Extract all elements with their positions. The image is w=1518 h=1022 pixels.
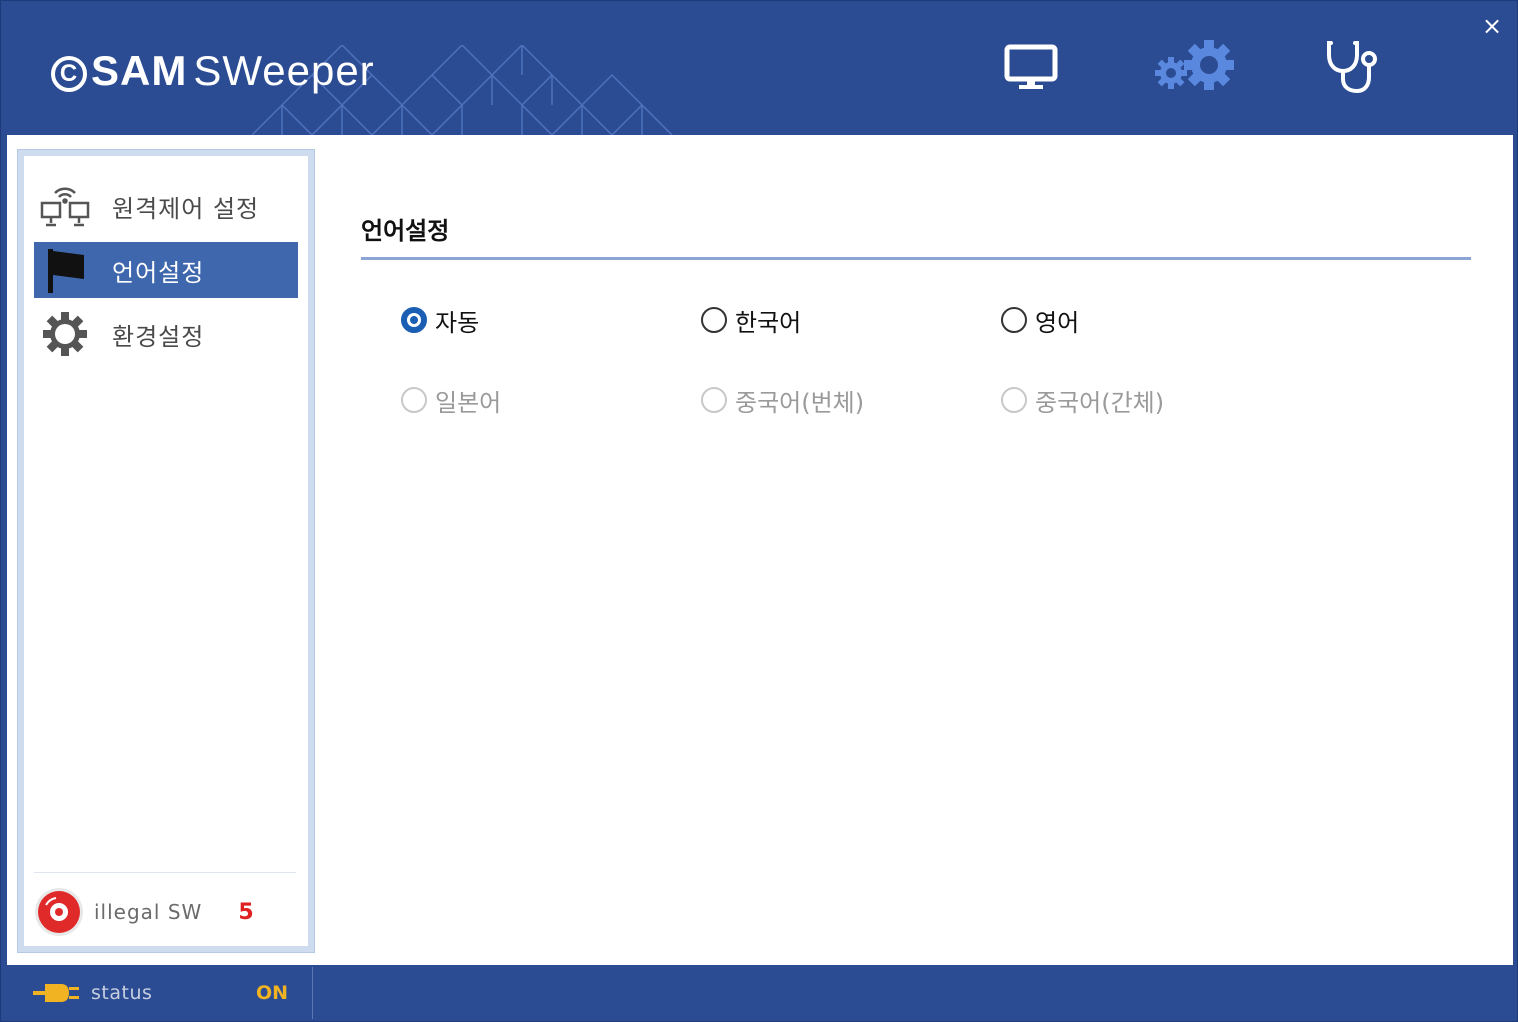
content-area: 원격제어 설정 언어설정 환경설정 illegal SW 5 언어설정 자동 한… xyxy=(7,135,1513,965)
status-indicator: status ON xyxy=(7,967,313,1019)
sidebar-item-label: 언어설정 xyxy=(112,258,205,287)
close-button[interactable]: × xyxy=(1477,11,1507,41)
monitor-icon xyxy=(1004,44,1058,89)
radio-japanese: 일본어 xyxy=(401,383,701,417)
radio-circle xyxy=(401,307,427,333)
language-settings-panel: 언어설정 자동 한국어 영어 일본어 중국어(번체) 중국어(간체) xyxy=(361,211,1473,417)
illegal-sw-label: illegal SW xyxy=(94,900,203,924)
disc-icon xyxy=(35,888,83,936)
radio-label: 영어 xyxy=(1035,308,1080,337)
radio-english[interactable]: 영어 xyxy=(1001,303,1301,337)
illegal-sw-counter[interactable]: illegal SW 5 xyxy=(34,884,296,940)
sidebar-item-label: 원격제어 설정 xyxy=(112,194,260,223)
gears-icon xyxy=(1155,40,1234,90)
illegal-sw-count: 5 xyxy=(238,899,254,925)
radio-label: 한국어 xyxy=(735,308,802,337)
gear-icon xyxy=(43,312,87,356)
monitor-button[interactable] xyxy=(995,35,1067,99)
status-bar: status ON xyxy=(7,967,1513,1019)
page-title: 언어설정 xyxy=(361,217,450,245)
status-value: ON xyxy=(255,982,288,1004)
sidebar: 원격제어 설정 언어설정 환경설정 illegal SW 5 xyxy=(24,156,308,946)
radio-circle xyxy=(1001,307,1027,333)
settings-button[interactable] xyxy=(1151,35,1241,99)
sidebar-divider xyxy=(34,872,296,873)
language-row-1: 자동 한국어 영어 xyxy=(401,303,1301,337)
diagnosis-button[interactable] xyxy=(1317,35,1389,99)
stethoscope-icon xyxy=(1327,41,1377,94)
logo-mark: C xyxy=(51,56,87,92)
radio-korean[interactable]: 한국어 xyxy=(701,303,1001,337)
app-logo: C SAM SWeeper xyxy=(51,47,375,95)
sidebar-item-environment[interactable]: 환경설정 xyxy=(34,306,298,362)
title-divider xyxy=(361,257,1471,260)
radio-chinese-simplified: 중국어(간체) xyxy=(1001,383,1301,417)
radio-label: 일본어 xyxy=(435,388,502,417)
header-bar: C SAM SWeeper × xyxy=(7,5,1513,135)
flag-icon xyxy=(48,249,84,293)
sidebar-frame: 원격제어 설정 언어설정 환경설정 illegal SW 5 xyxy=(17,149,315,953)
plug-icon xyxy=(33,984,79,1002)
radio-circle xyxy=(701,307,727,333)
sidebar-item-label: 환경설정 xyxy=(112,322,205,351)
remote-network-icon xyxy=(40,187,90,227)
app-window: C SAM SWeeper × 원격제어 설정 언어설정 환경설정 illega… xyxy=(0,0,1518,1022)
status-label: status xyxy=(91,982,153,1004)
radio-circle xyxy=(401,387,427,413)
sidebar-item-remote-control[interactable]: 원격제어 설정 xyxy=(34,178,298,234)
radio-label: 중국어(간체) xyxy=(1035,388,1165,417)
radio-circle xyxy=(1001,387,1027,413)
logo-sam: SAM xyxy=(91,47,188,94)
radio-label: 자동 xyxy=(435,308,480,337)
logo-sweeper: SWeeper xyxy=(193,47,375,94)
radio-auto[interactable]: 자동 xyxy=(401,303,701,337)
radio-label: 중국어(번체) xyxy=(735,388,865,417)
radio-circle xyxy=(701,387,727,413)
language-row-2: 일본어 중국어(번체) 중국어(간체) xyxy=(401,383,1301,417)
sidebar-item-language[interactable]: 언어설정 xyxy=(34,242,298,298)
radio-chinese-traditional: 중국어(번체) xyxy=(701,383,1001,417)
